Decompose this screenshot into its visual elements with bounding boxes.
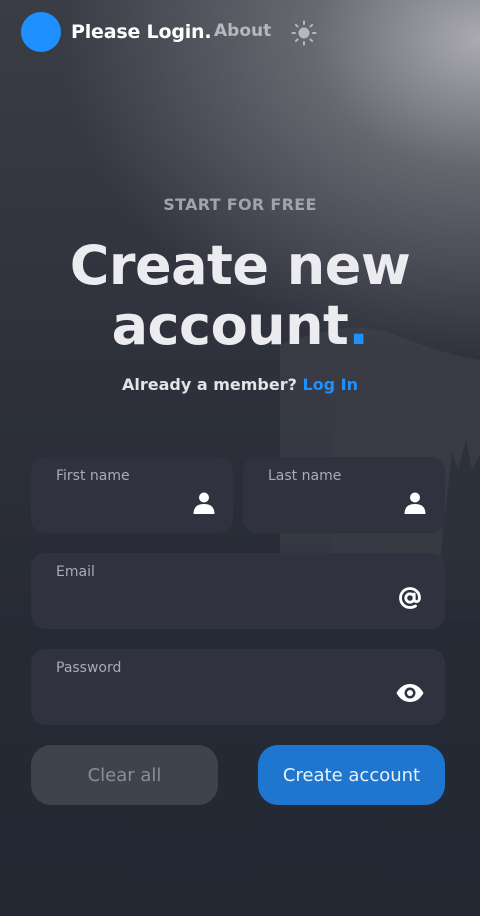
login-link[interactable]: Log In	[302, 375, 358, 394]
nav-about-link[interactable]: About	[214, 21, 271, 41]
at-sign-icon	[399, 587, 421, 609]
email-input[interactable]	[55, 597, 385, 621]
page-title: Create new account.	[0, 236, 480, 356]
member-prompt: Already a member? Log In	[0, 375, 480, 394]
eyebrow-text: START FOR FREE	[163, 195, 317, 214]
title-line-2-text: account	[111, 294, 349, 357]
first-name-label: First name	[56, 468, 130, 484]
last-name-input[interactable]	[267, 501, 385, 525]
create-account-button[interactable]: Create account	[258, 745, 445, 805]
title-line-1: Create new	[69, 234, 411, 297]
password-label: Password	[56, 660, 122, 676]
email-label: Email	[56, 564, 95, 580]
logo[interactable]	[21, 12, 61, 52]
password-field[interactable]: Password	[31, 649, 445, 725]
person-icon	[193, 492, 215, 514]
title-accent-dot: .	[348, 294, 369, 357]
email-field[interactable]: Email	[31, 553, 445, 629]
last-name-label: Last name	[268, 468, 342, 484]
sun-icon[interactable]	[291, 20, 317, 46]
clear-all-button[interactable]: Clear all	[31, 745, 218, 805]
first-name-field[interactable]: First name	[31, 457, 233, 533]
title-line-2: account.	[0, 296, 480, 356]
person-icon	[404, 492, 426, 514]
brand-title[interactable]: Please Login.	[71, 21, 212, 43]
first-name-input[interactable]	[55, 501, 173, 525]
member-text: Already a member?	[121, 375, 297, 394]
password-input[interactable]	[55, 693, 385, 717]
header: Please Login. About	[21, 12, 480, 52]
eye-icon[interactable]	[395, 680, 425, 706]
last-name-field[interactable]: Last name	[243, 457, 445, 533]
